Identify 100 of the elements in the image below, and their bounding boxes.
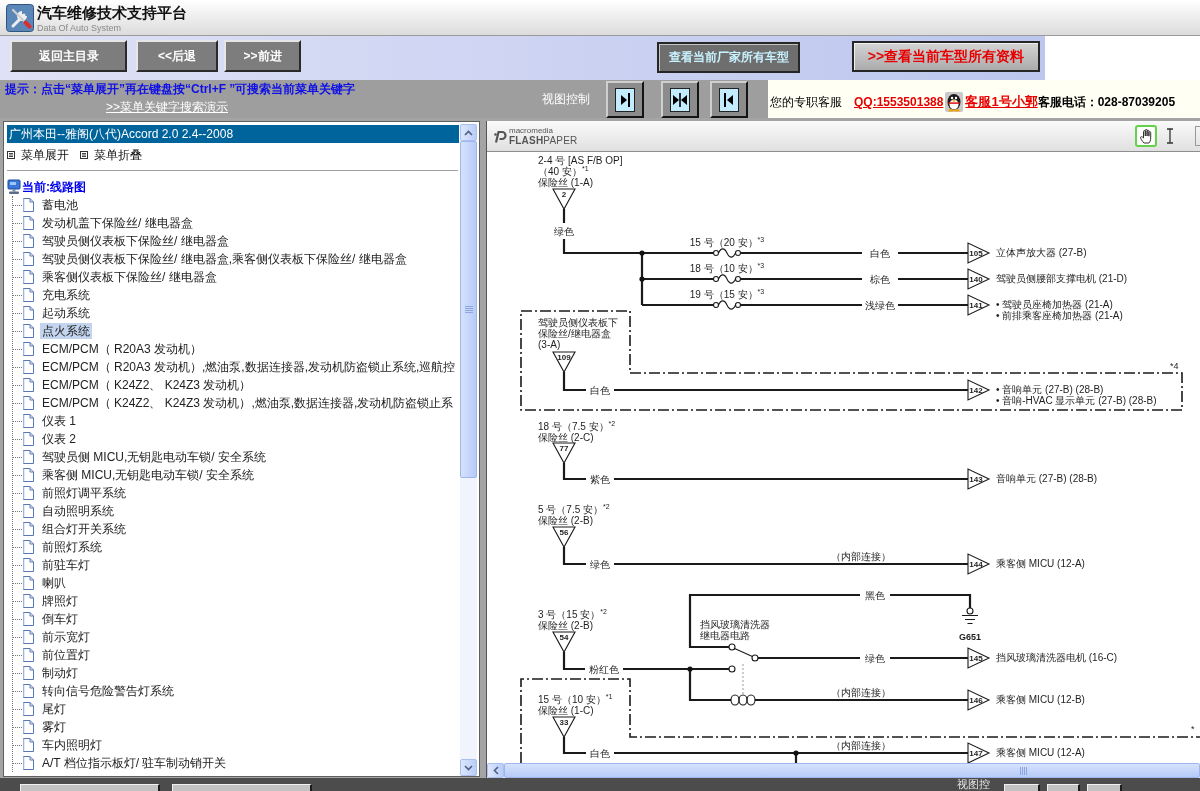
tree-item[interactable]: 仪表 2 bbox=[40, 431, 78, 447]
hand-tool-button[interactable] bbox=[1135, 125, 1157, 147]
scrollbar-thumb[interactable] bbox=[460, 141, 477, 478]
menu-action-link[interactable]: 菜单折叠 bbox=[80, 146, 142, 164]
pin-number: 109 bbox=[556, 353, 572, 362]
chevron-left-icon bbox=[492, 766, 499, 775]
phone-number: 028-87039205 bbox=[1097, 95, 1176, 109]
scrollbar-track[interactable] bbox=[460, 124, 477, 776]
tree-item[interactable]: 前位置灯 bbox=[40, 647, 92, 663]
pin-number: 33 bbox=[558, 718, 570, 727]
tree-root-label[interactable]: 当前:线路图 bbox=[22, 178, 86, 196]
nav-button[interactable]: 返回主目录 bbox=[10, 40, 127, 72]
page-icon bbox=[22, 702, 34, 716]
tree-item[interactable]: 倒车灯 bbox=[40, 611, 80, 627]
fuse-symbol bbox=[712, 248, 742, 258]
phone-label: 客服电话： bbox=[1037, 93, 1098, 111]
tree-item[interactable]: ECM/PCM（ K24Z2、 K24Z3 发动机） bbox=[40, 377, 254, 393]
view-button[interactable] bbox=[710, 81, 748, 118]
tree-item[interactable]: ECM/PCM（ R20A3 发动机） bbox=[40, 341, 205, 357]
footnote-mark: *4 bbox=[1170, 361, 1179, 372]
all-models-button[interactable]: 查看当前厂家所有车型 bbox=[657, 42, 800, 73]
tree-item[interactable]: 点火系统 bbox=[40, 323, 92, 339]
tree-item[interactable]: A/T 档位指示板灯/ 驻车制动销开关 bbox=[40, 755, 229, 771]
view-button[interactable] bbox=[606, 81, 644, 118]
source-label: 保险丝/继电器盒 bbox=[538, 328, 611, 339]
page-icon bbox=[22, 234, 34, 248]
tree-item[interactable]: 驾驶员侧仪表板下保险丝/ 继电器盒 bbox=[40, 233, 231, 249]
page-icon bbox=[22, 558, 34, 572]
tree-item[interactable]: 仪表 1 bbox=[40, 413, 78, 429]
penguin-icon bbox=[945, 92, 964, 112]
brand-name: FLASHPAPER bbox=[509, 134, 578, 146]
tree-item[interactable]: 驾驶员侧仪表板下保险丝/ 继电器盒,乘客侧仪表板下保险丝/ 继电器盒 bbox=[40, 251, 409, 267]
pin-number: 145 bbox=[968, 653, 984, 663]
relay-coil bbox=[730, 694, 756, 706]
tree-item[interactable]: 牌照灯 bbox=[40, 593, 80, 609]
view-control-label: 视图控 bbox=[957, 778, 990, 791]
fuse-label: 15 号（20 安）$^{*3}$ bbox=[689, 236, 765, 248]
view-button[interactable] bbox=[661, 81, 699, 118]
tree-item[interactable]: 前示宽灯 bbox=[40, 629, 92, 645]
tree-item[interactable]: 前驻车灯 bbox=[40, 557, 92, 573]
agent-link[interactable]: 客服1号小郭 bbox=[965, 93, 1038, 111]
load-label: 立体声放大器 (27-B) bbox=[996, 247, 1087, 258]
tree-item[interactable]: ECM/PCM（ R20A3 发动机）,燃油泵,数据连接器,发动机防盗锁止系统,巡航控 bbox=[40, 359, 458, 375]
list-icon bbox=[7, 151, 15, 159]
toolbar-button[interactable] bbox=[1087, 784, 1122, 791]
tree-item[interactable]: 尾灯 bbox=[40, 701, 68, 717]
tree-item[interactable]: 组合灯开关系统 bbox=[40, 521, 128, 537]
app-title: 汽车维修技术支持平台 bbox=[37, 4, 187, 21]
scroll-left-button[interactable] bbox=[487, 763, 504, 778]
tree-item[interactable]: 乘客侧 MICU,无钥匙电动车锁/ 安全系统 bbox=[40, 467, 256, 483]
pin-number: 143 bbox=[968, 474, 984, 484]
tree-item[interactable]: 喇叭 bbox=[40, 575, 68, 591]
source-label: 保险丝 (2-C) bbox=[538, 432, 594, 443]
junction-dot bbox=[639, 250, 645, 256]
pin-number: 146 bbox=[968, 695, 984, 705]
pin-number: 147 bbox=[968, 748, 984, 758]
load-label: • 音响单元 (27-B) (28-B) bbox=[996, 384, 1104, 395]
tree-item[interactable]: 乘客侧仪表板下保险丝/ 继电器盒 bbox=[40, 269, 219, 285]
qq-link[interactable]: QQ:1553501388 bbox=[854, 95, 944, 109]
page-icon bbox=[22, 342, 34, 356]
scroll-up-button[interactable] bbox=[460, 124, 477, 141]
relay-contacts-drawing bbox=[728, 643, 759, 673]
load-label: 挡风玻璃清洗器电机 (16-C) bbox=[996, 652, 1118, 663]
tree-item[interactable]: 自动照明系统 bbox=[40, 503, 116, 519]
tip-text: 提示：点击“菜单展开”再在键盘按“Ctrl+F ”可搜索当前菜单关键字 bbox=[5, 82, 357, 97]
scroll-down-button[interactable] bbox=[460, 759, 477, 776]
load-label: 乘客侧 MICU (12-B) bbox=[996, 694, 1085, 705]
connector-symbol bbox=[967, 742, 991, 763]
ground-symbol bbox=[961, 607, 979, 625]
wire-color-label: 粉红色 bbox=[589, 663, 619, 675]
tree-item[interactable]: 制动灯 bbox=[40, 665, 80, 681]
tree-item[interactable]: 起动系统 bbox=[40, 305, 92, 321]
menu-action-link[interactable]: 菜单展开 bbox=[7, 146, 69, 164]
page-icon bbox=[22, 738, 34, 752]
nav-button[interactable]: <<后退 bbox=[136, 40, 218, 72]
ground-label: G651 bbox=[959, 631, 981, 643]
tree-item[interactable]: 前照灯调平系统 bbox=[40, 485, 128, 501]
tree-item[interactable]: 雾灯 bbox=[40, 719, 68, 735]
wire-color-label: 白色 bbox=[870, 247, 890, 259]
connector-symbol bbox=[552, 188, 576, 211]
page-icon bbox=[22, 360, 34, 374]
relay-label: 继电器电路 bbox=[700, 630, 750, 641]
toolbar-button[interactable] bbox=[1047, 784, 1080, 791]
tree-item[interactable]: 转向信号危险警告灯系统 bbox=[40, 683, 176, 699]
tree-item[interactable]: 充电系统 bbox=[40, 287, 92, 303]
page-icon bbox=[22, 396, 34, 410]
tree-item[interactable]: ECM/PCM（ K24Z2、 K24Z3 发动机）,燃油泵,数据连接器,发动机防盗锁止系 bbox=[40, 395, 456, 411]
source-label: 驾驶员侧仪表板下 bbox=[538, 317, 618, 328]
fuse-label: 18 号（10 安）$^{*3}$ bbox=[689, 262, 765, 274]
arrows-to-center-icon bbox=[670, 87, 690, 112]
fuse-symbol bbox=[712, 300, 742, 310]
tree-item[interactable]: 车内照明灯 bbox=[40, 737, 104, 753]
source-label: 保险丝 (2-B) bbox=[538, 515, 593, 526]
tree-item[interactable]: 蓄电池 bbox=[40, 197, 80, 213]
connector-symbol bbox=[552, 631, 576, 654]
tree-item[interactable]: 驾驶员侧 MICU,无钥匙电动车锁/ 安全系统 bbox=[40, 449, 268, 465]
toolbar-button[interactable] bbox=[1004, 784, 1040, 791]
tree-item[interactable]: 前照灯系统 bbox=[40, 539, 104, 555]
tree-item[interactable]: 发动机盖下保险丝/ 继电器盒 bbox=[40, 215, 195, 231]
nav-button[interactable]: >>前进 bbox=[224, 40, 301, 72]
